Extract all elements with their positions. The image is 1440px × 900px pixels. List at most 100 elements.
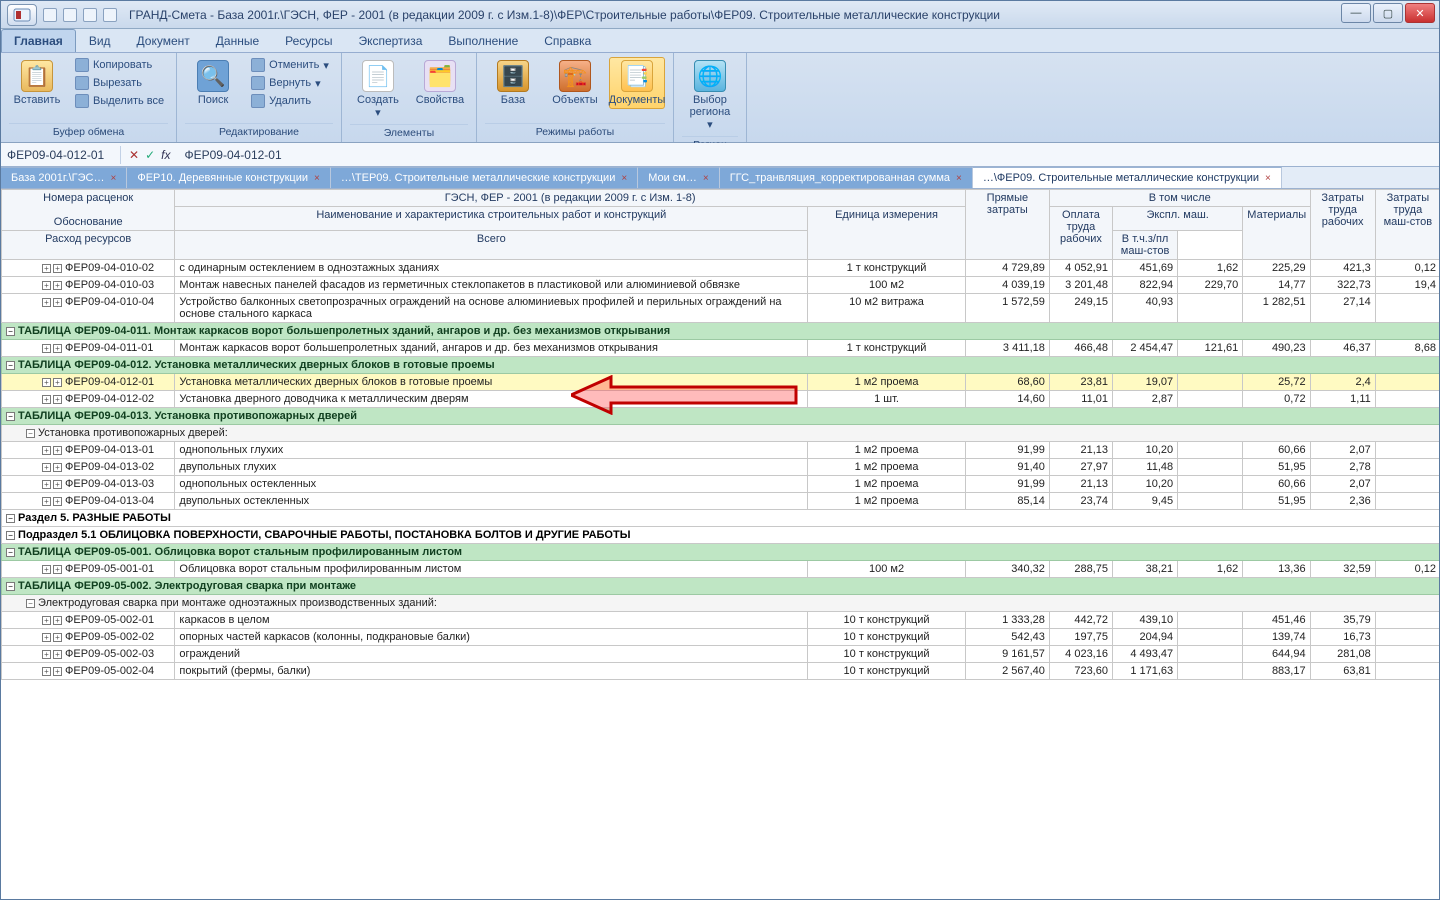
table-row[interactable]: ++ ФЕР09-05-001-01Облицовка ворот стальн… — [2, 561, 1440, 578]
close-icon[interactable]: × — [111, 173, 117, 184]
qat-button[interactable] — [103, 8, 117, 22]
table-row[interactable]: ++ ФЕР09-04-012-02Установка дверного дов… — [2, 391, 1440, 408]
doc-tab[interactable]: ФЕР10. Деревянные конструкции× — [127, 167, 331, 188]
col-vtom[interactable]: В том числе — [1049, 190, 1310, 207]
documents-label: Документы — [609, 94, 666, 106]
col-vsego[interactable]: Всего — [175, 231, 808, 260]
formula-input[interactable]: ФЕР09-04-012-01 — [178, 146, 1439, 164]
properties-button[interactable]: 🗂️ Свойства — [412, 57, 468, 109]
copy-button[interactable]: Копировать — [71, 57, 168, 73]
delete-button[interactable]: Удалить — [247, 93, 333, 109]
group-label-clipboard: Буфер обмена — [9, 123, 168, 140]
tab-resources[interactable]: Ресурсы — [272, 29, 345, 52]
table-row[interactable]: ++ ФЕР09-04-013-04двупольных остекленных… — [2, 493, 1440, 510]
table-row[interactable]: − Раздел 5. РАЗНЫЕ РАБОТЫ — [2, 510, 1440, 527]
table-row[interactable]: − ТАБЛИЦА ФЕР09-05-002. Электродуговая с… — [2, 578, 1440, 595]
close-icon[interactable]: × — [314, 173, 320, 184]
col-raskhod[interactable]: Расход ресурсов — [2, 231, 175, 260]
data-grid[interactable]: Номера расценокОбоснование ГЭСН, ФЕР - 2… — [1, 189, 1439, 899]
app-menu-button[interactable] — [7, 4, 37, 26]
create-label: Создать — [357, 94, 399, 106]
objects-mode-button[interactable]: 🏗️ Объекты — [547, 57, 603, 109]
formula-controls: ✕ ✓ fx — [121, 148, 178, 162]
accept-formula-icon[interactable]: ✓ — [145, 148, 155, 162]
qat-button[interactable] — [83, 8, 97, 22]
close-icon[interactable]: × — [621, 173, 627, 184]
selectall-button[interactable]: Выделить все — [71, 93, 168, 109]
qat-button[interactable] — [43, 8, 57, 22]
close-button[interactable]: ✕ — [1405, 3, 1435, 23]
table-row[interactable]: ++ ФЕР09-04-010-02с одинарным остекление… — [2, 260, 1440, 277]
search-button[interactable]: 🔍 Поиск — [185, 57, 241, 109]
undo-icon — [251, 58, 265, 72]
col-vtch[interactable]: В т.ч.з/пл маш-стов — [1112, 231, 1177, 260]
tab-data[interactable]: Данные — [203, 29, 272, 52]
col-naimen[interactable]: Наименование и характеристика строительн… — [175, 207, 808, 231]
tab-document[interactable]: Документ — [124, 29, 203, 52]
tab-expertise[interactable]: Экспертиза — [345, 29, 435, 52]
objects-icon: 🏗️ — [559, 60, 591, 92]
region-select-button[interactable]: 🌐 Выбор региона ▾ — [682, 57, 738, 134]
region-label: Выбор региона — [685, 94, 735, 118]
table-row[interactable]: ++ ФЕР09-05-002-01каркасов в целом10 т к… — [2, 612, 1440, 629]
create-icon: 📄 — [362, 60, 394, 92]
minimize-button[interactable]: — — [1341, 3, 1371, 23]
table-row[interactable]: ++ ФЕР09-04-013-01однопольных глухих1 м2… — [2, 442, 1440, 459]
tab-help[interactable]: Справка — [531, 29, 604, 52]
col-nomera[interactable]: Номера расценокОбоснование — [2, 190, 175, 231]
cell-reference[interactable]: ФЕР09-04-012-01 — [1, 146, 121, 164]
create-button[interactable]: 📄 Создать ▾ — [350, 57, 406, 122]
table-row[interactable]: − ТАБЛИЦА ФЕР09-04-011. Монтаж каркасов … — [2, 323, 1440, 340]
table-row[interactable]: − Установка противопожарных дверей: — [2, 425, 1440, 442]
table-row[interactable]: ++ ФЕР09-04-011-01Монтаж каркасов ворот … — [2, 340, 1440, 357]
col-mater[interactable]: Материалы — [1243, 207, 1310, 260]
table-row[interactable]: − Электродуговая сварка при монтаже одно… — [2, 595, 1440, 612]
table-row[interactable]: ++ ФЕР09-05-002-03ограждений10 т констру… — [2, 646, 1440, 663]
doc-tab[interactable]: …\ТЕР09. Строительные металлические конс… — [331, 167, 638, 188]
table-row[interactable]: − Подраздел 5.1 ОБЛИЦОВКА ПОВЕРХНОСТИ, С… — [2, 527, 1440, 544]
maximize-button[interactable]: ▢ — [1373, 3, 1403, 23]
cancel-formula-icon[interactable]: ✕ — [129, 148, 139, 162]
doc-tab[interactable]: ГГС_транвляция_корректированная сумма× — [720, 167, 973, 188]
paste-icon: 📋 — [21, 60, 53, 92]
col-zatr-rab[interactable]: Затраты труда рабочих — [1310, 190, 1375, 260]
table-row[interactable]: ++ ФЕР09-05-002-04покрытий (фермы, балки… — [2, 663, 1440, 680]
undo-button[interactable]: Отменить ▾ — [247, 57, 333, 73]
close-icon[interactable]: × — [956, 173, 962, 184]
col-zatr-mash[interactable]: Затраты труда маш-стов — [1375, 190, 1439, 260]
paste-button[interactable]: 📋 Вставить — [9, 57, 65, 109]
table-row[interactable]: − ТАБЛИЦА ФЕР09-04-012. Установка металл… — [2, 357, 1440, 374]
paste-label: Вставить — [14, 94, 61, 106]
tab-home[interactable]: Главная — [1, 29, 76, 52]
group-label-elements: Элементы — [350, 124, 468, 141]
table-row[interactable]: ++ ФЕР09-05-002-02опорных частей каркасо… — [2, 629, 1440, 646]
table-row[interactable]: ++ ФЕР09-04-010-04Устройство балконных с… — [2, 294, 1440, 323]
table-row[interactable]: ++ ФЕР09-04-013-03однопольных остекленны… — [2, 476, 1440, 493]
documents-mode-button[interactable]: 📑 Документы — [609, 57, 665, 109]
doc-tab[interactable]: Мои см…× — [638, 167, 720, 188]
col-ekspl[interactable]: Экспл. маш. — [1112, 207, 1242, 231]
col-group-top[interactable]: ГЭСН, ФЕР - 2001 (в редакции 2009 г. с И… — [175, 190, 965, 207]
tab-execution[interactable]: Выполнение — [435, 29, 531, 52]
table-row[interactable]: ++ ФЕР09-04-010-03Монтаж навесных панеле… — [2, 277, 1440, 294]
base-mode-button[interactable]: 🗄️ База — [485, 57, 541, 109]
table-row[interactable]: − ТАБЛИЦА ФЕР09-04-013. Установка против… — [2, 408, 1440, 425]
qat-button[interactable] — [63, 8, 77, 22]
col-oplata[interactable]: Оплата труда рабочих — [1049, 207, 1112, 260]
doc-tab-active[interactable]: …\ФЕР09. Строительные металлические конс… — [973, 167, 1282, 188]
col-edizm[interactable]: Единица измерения — [808, 207, 966, 260]
group-label-modes: Режимы работы — [485, 123, 665, 140]
fx-icon[interactable]: fx — [161, 148, 170, 162]
table-row[interactable]: − ТАБЛИЦА ФЕР09-05-001. Облицовка ворот … — [2, 544, 1440, 561]
close-icon[interactable]: × — [703, 173, 709, 184]
table-row[interactable]: ++ ФЕР09-04-013-02двупольных глухих1 м2 … — [2, 459, 1440, 476]
app-orb-icon — [13, 8, 31, 22]
tab-view[interactable]: Вид — [76, 29, 124, 52]
close-icon[interactable]: × — [1265, 173, 1271, 184]
col-pryam[interactable]: Прямые затраты — [965, 190, 1049, 260]
table-row[interactable]: ++ ФЕР09-04-012-01Установка металлически… — [2, 374, 1440, 391]
redo-button[interactable]: Вернуть ▾ — [247, 75, 333, 91]
doc-tab[interactable]: База 2001г.\ГЭС…× — [1, 167, 127, 188]
cut-button[interactable]: Вырезать — [71, 75, 168, 91]
search-icon: 🔍 — [197, 60, 229, 92]
